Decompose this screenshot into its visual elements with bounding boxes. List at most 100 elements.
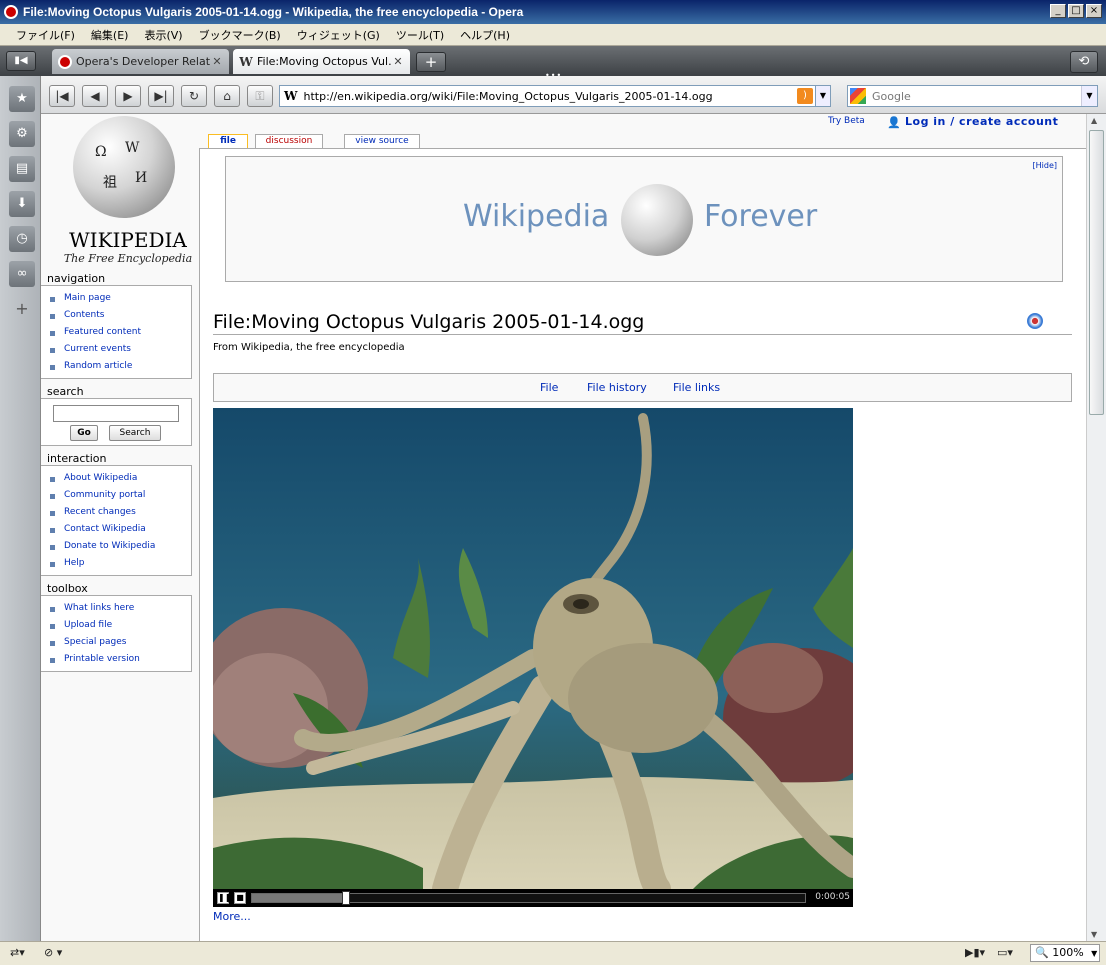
octopus-video[interactable]	[213, 408, 853, 889]
puzzle-globe-icon: Ω W 祖 И	[73, 116, 175, 218]
try-beta-link[interactable]: Try Beta	[828, 116, 865, 126]
tool-special-pages[interactable]: Special pages	[50, 634, 191, 651]
filetoc-links-link[interactable]: File links	[673, 381, 720, 394]
more-link[interactable]: More...	[213, 910, 251, 923]
scroll-thumb[interactable]	[1089, 130, 1104, 415]
web-page: Ω W 祖 И WIKIPEDIA The Free Encyclopedia …	[41, 114, 1086, 941]
tab-file[interactable]: file	[208, 134, 248, 148]
nav-random-article[interactable]: Random article	[50, 358, 191, 375]
home-button[interactable]: ⌂	[214, 85, 240, 107]
stop-button[interactable]: ■	[234, 892, 246, 904]
fast-forward-button[interactable]: ▶|	[148, 85, 174, 107]
nav-main-page[interactable]: Main page	[50, 290, 191, 307]
new-tab-button[interactable]: +	[416, 52, 446, 72]
links-panel-icon[interactable]: ∞	[9, 261, 35, 287]
maximize-button[interactable]: □	[1068, 4, 1084, 18]
seek-handle[interactable]	[342, 891, 350, 905]
wiki-search-input[interactable]	[53, 405, 179, 422]
nav-contact-wikipedia[interactable]: Contact Wikipedia	[50, 521, 191, 538]
back-button[interactable]: ◀	[82, 85, 108, 107]
google-icon	[850, 88, 866, 104]
search-placeholder: Google	[872, 89, 911, 103]
security-key-icon[interactable]: ⚿	[247, 85, 273, 107]
interaction-title: interaction	[47, 452, 107, 465]
forward-button[interactable]: ▶	[115, 85, 141, 107]
wikipedia-logo[interactable]: Ω W 祖 И WIKIPEDIA The Free Encyclopedia	[53, 114, 203, 266]
menu-file[interactable]: ファイル(F)	[8, 27, 83, 43]
menu-tools[interactable]: ツール(T)	[388, 27, 452, 43]
add-panel-icon[interactable]: +	[9, 296, 35, 322]
widgets-panel-icon[interactable]: ⚙	[9, 121, 35, 147]
nav-about-wikipedia[interactable]: About Wikipedia	[50, 470, 191, 487]
close-window-button[interactable]: ×	[1086, 4, 1102, 18]
site-subtitle: From Wikipedia, the free encyclopedia	[213, 342, 405, 353]
url-input[interactable]: W http://en.wikipedia.org/wiki/File:Movi…	[279, 85, 831, 107]
seek-bar[interactable]	[251, 891, 806, 905]
commons-icon[interactable]	[1027, 313, 1043, 329]
tab-opera-developer[interactable]: Opera's Developer Relat... ✕	[52, 49, 229, 74]
seek-played	[252, 894, 346, 902]
content-area: [Hide] Wikipedia Forever File:Moving Oct…	[199, 148, 1086, 941]
zoom-icon: 🔍	[1035, 946, 1049, 959]
search-button[interactable]: Search	[109, 425, 161, 441]
login-link[interactable]: Log in / create account	[905, 115, 1058, 128]
tab-discussion[interactable]: discussion	[255, 134, 323, 148]
wikipedia-favicon-icon: W	[284, 89, 298, 103]
nav-current-events[interactable]: Current events	[50, 341, 191, 358]
search-engine-input[interactable]: Google ▼	[847, 85, 1098, 107]
menu-view[interactable]: 表示(V)	[136, 27, 190, 43]
zoom-control[interactable]: 🔍 100% ▼	[1030, 944, 1100, 962]
reload-button[interactable]: ↻	[181, 85, 207, 107]
close-tab-icon[interactable]: ✕	[211, 55, 223, 68]
nav-help[interactable]: Help	[50, 555, 191, 572]
nav-recent-changes[interactable]: Recent changes	[50, 504, 191, 521]
video-controls: ❚❚ ■ 0:00:05	[213, 889, 853, 907]
file-toc: File File history File links	[213, 373, 1072, 402]
navigation-portlet: Main page Contents Featured content Curr…	[41, 285, 192, 379]
menu-bookmarks[interactable]: ブックマーク(B)	[191, 27, 289, 43]
tab-view-source[interactable]: view source	[344, 134, 420, 148]
video-time: 0:00:05	[815, 892, 850, 902]
filetoc-history-link[interactable]: File history	[587, 381, 647, 394]
page-scrollbar[interactable]: ▲ ▼	[1086, 114, 1106, 941]
zoom-dropdown-icon[interactable]: ▼	[1091, 949, 1097, 958]
closed-tabs-trash-icon[interactable]: ⟲	[1070, 51, 1098, 73]
rss-feed-icon[interactable]: )	[797, 88, 813, 104]
banner-hide-link[interactable]: [Hide]	[1033, 161, 1057, 170]
history-panel-icon[interactable]: ◷	[9, 226, 35, 252]
logo-tagline: The Free Encyclopedia	[63, 252, 193, 265]
tool-printable-version[interactable]: Printable version	[50, 651, 191, 668]
minimize-button[interactable]: _	[1050, 4, 1066, 18]
url-dropdown-icon[interactable]: ▼	[815, 85, 831, 107]
fundraising-banner[interactable]: [Hide] Wikipedia Forever	[225, 156, 1063, 282]
nav-donate[interactable]: Donate to Wikipedia	[50, 538, 191, 555]
tool-what-links-here[interactable]: What links here	[50, 600, 191, 617]
go-button[interactable]: Go	[70, 425, 98, 441]
pause-button[interactable]: ❚❚	[217, 892, 231, 904]
image-toggle-icon[interactable]: ▭▾	[997, 946, 1013, 959]
banner-globe-icon	[621, 184, 693, 256]
bookmarks-panel-icon[interactable]: ★	[9, 86, 35, 112]
view-mode-icon[interactable]: ▶▮▾	[965, 946, 985, 959]
menu-edit[interactable]: 編集(E)	[83, 27, 137, 43]
toolbox-title: toolbox	[47, 582, 88, 595]
downloads-panel-icon[interactable]: ⬇	[9, 191, 35, 217]
nav-contents[interactable]: Contents	[50, 307, 191, 324]
close-tab-icon[interactable]: ✕	[392, 55, 404, 68]
panel-toggle-button[interactable]: ▮◀	[6, 51, 36, 71]
notes-panel-icon[interactable]: ▤	[9, 156, 35, 182]
tab-wikipedia-file[interactable]: W File:Moving Octopus Vul... ✕	[233, 49, 410, 74]
tool-upload-file[interactable]: Upload file	[50, 617, 191, 634]
menu-help[interactable]: ヘルプ(H)	[452, 27, 518, 43]
filetoc-file-link[interactable]: File	[540, 381, 558, 394]
scroll-up-icon[interactable]: ▲	[1091, 116, 1097, 125]
sync-icon[interactable]: ⇄▾	[10, 946, 25, 959]
scroll-down-icon[interactable]: ▼	[1091, 930, 1097, 939]
rewind-button[interactable]: |◀	[49, 85, 75, 107]
nav-community-portal[interactable]: Community portal	[50, 487, 191, 504]
turbo-icon[interactable]: ⊘ ▾	[44, 946, 62, 959]
wikipedia-icon: W	[239, 54, 253, 69]
menu-widgets[interactable]: ウィジェット(G)	[289, 27, 388, 43]
search-dropdown-icon[interactable]: ▼	[1081, 86, 1097, 106]
nav-featured-content[interactable]: Featured content	[50, 324, 191, 341]
